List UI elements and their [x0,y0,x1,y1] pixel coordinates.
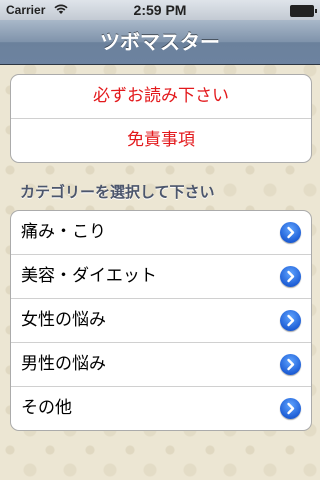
battery-icon [290,5,317,17]
category-label: 男性の悩み [21,354,106,374]
navigation-bar: ツボマスター [0,20,320,65]
disclosure-arrow-icon[interactable] [280,266,301,287]
category-label: 美容・ダイエット [21,266,157,286]
status-bar: Carrier 2:59 PM [0,0,320,20]
clock-label: 2:59 PM [133,2,187,18]
category-item-beauty[interactable]: 美容・ダイエット [11,255,311,299]
category-label: 痛み・こり [21,222,106,242]
disclosure-arrow-icon[interactable] [280,354,301,375]
disclosure-arrow-icon[interactable] [280,222,301,243]
category-item-women[interactable]: 女性の悩み [11,299,311,343]
category-label: その他 [21,398,72,418]
nav-title: ツボマスター [100,30,220,54]
section-header: カテゴリーを選択して下さい [20,183,215,201]
category-group: 痛み・こり 美容・ダイエット 女性の悩み 男性の悩み その他 [10,210,312,431]
app-screen: Carrier 2:59 PM ツボマスター 必ずお読み下さい 免責事項 カテゴ… [0,0,320,480]
category-item-other[interactable]: その他 [11,387,311,430]
category-item-men[interactable]: 男性の悩み [11,343,311,387]
info-item-must-read[interactable]: 必ずお読み下さい [11,75,311,119]
category-item-pain[interactable]: 痛み・こり [11,211,311,255]
disclosure-arrow-icon[interactable] [280,398,301,419]
info-group: 必ずお読み下さい 免責事項 [10,74,312,163]
category-label: 女性の悩み [21,310,106,330]
info-item-disclaimer[interactable]: 免責事項 [11,119,311,162]
disclosure-arrow-icon[interactable] [280,310,301,331]
